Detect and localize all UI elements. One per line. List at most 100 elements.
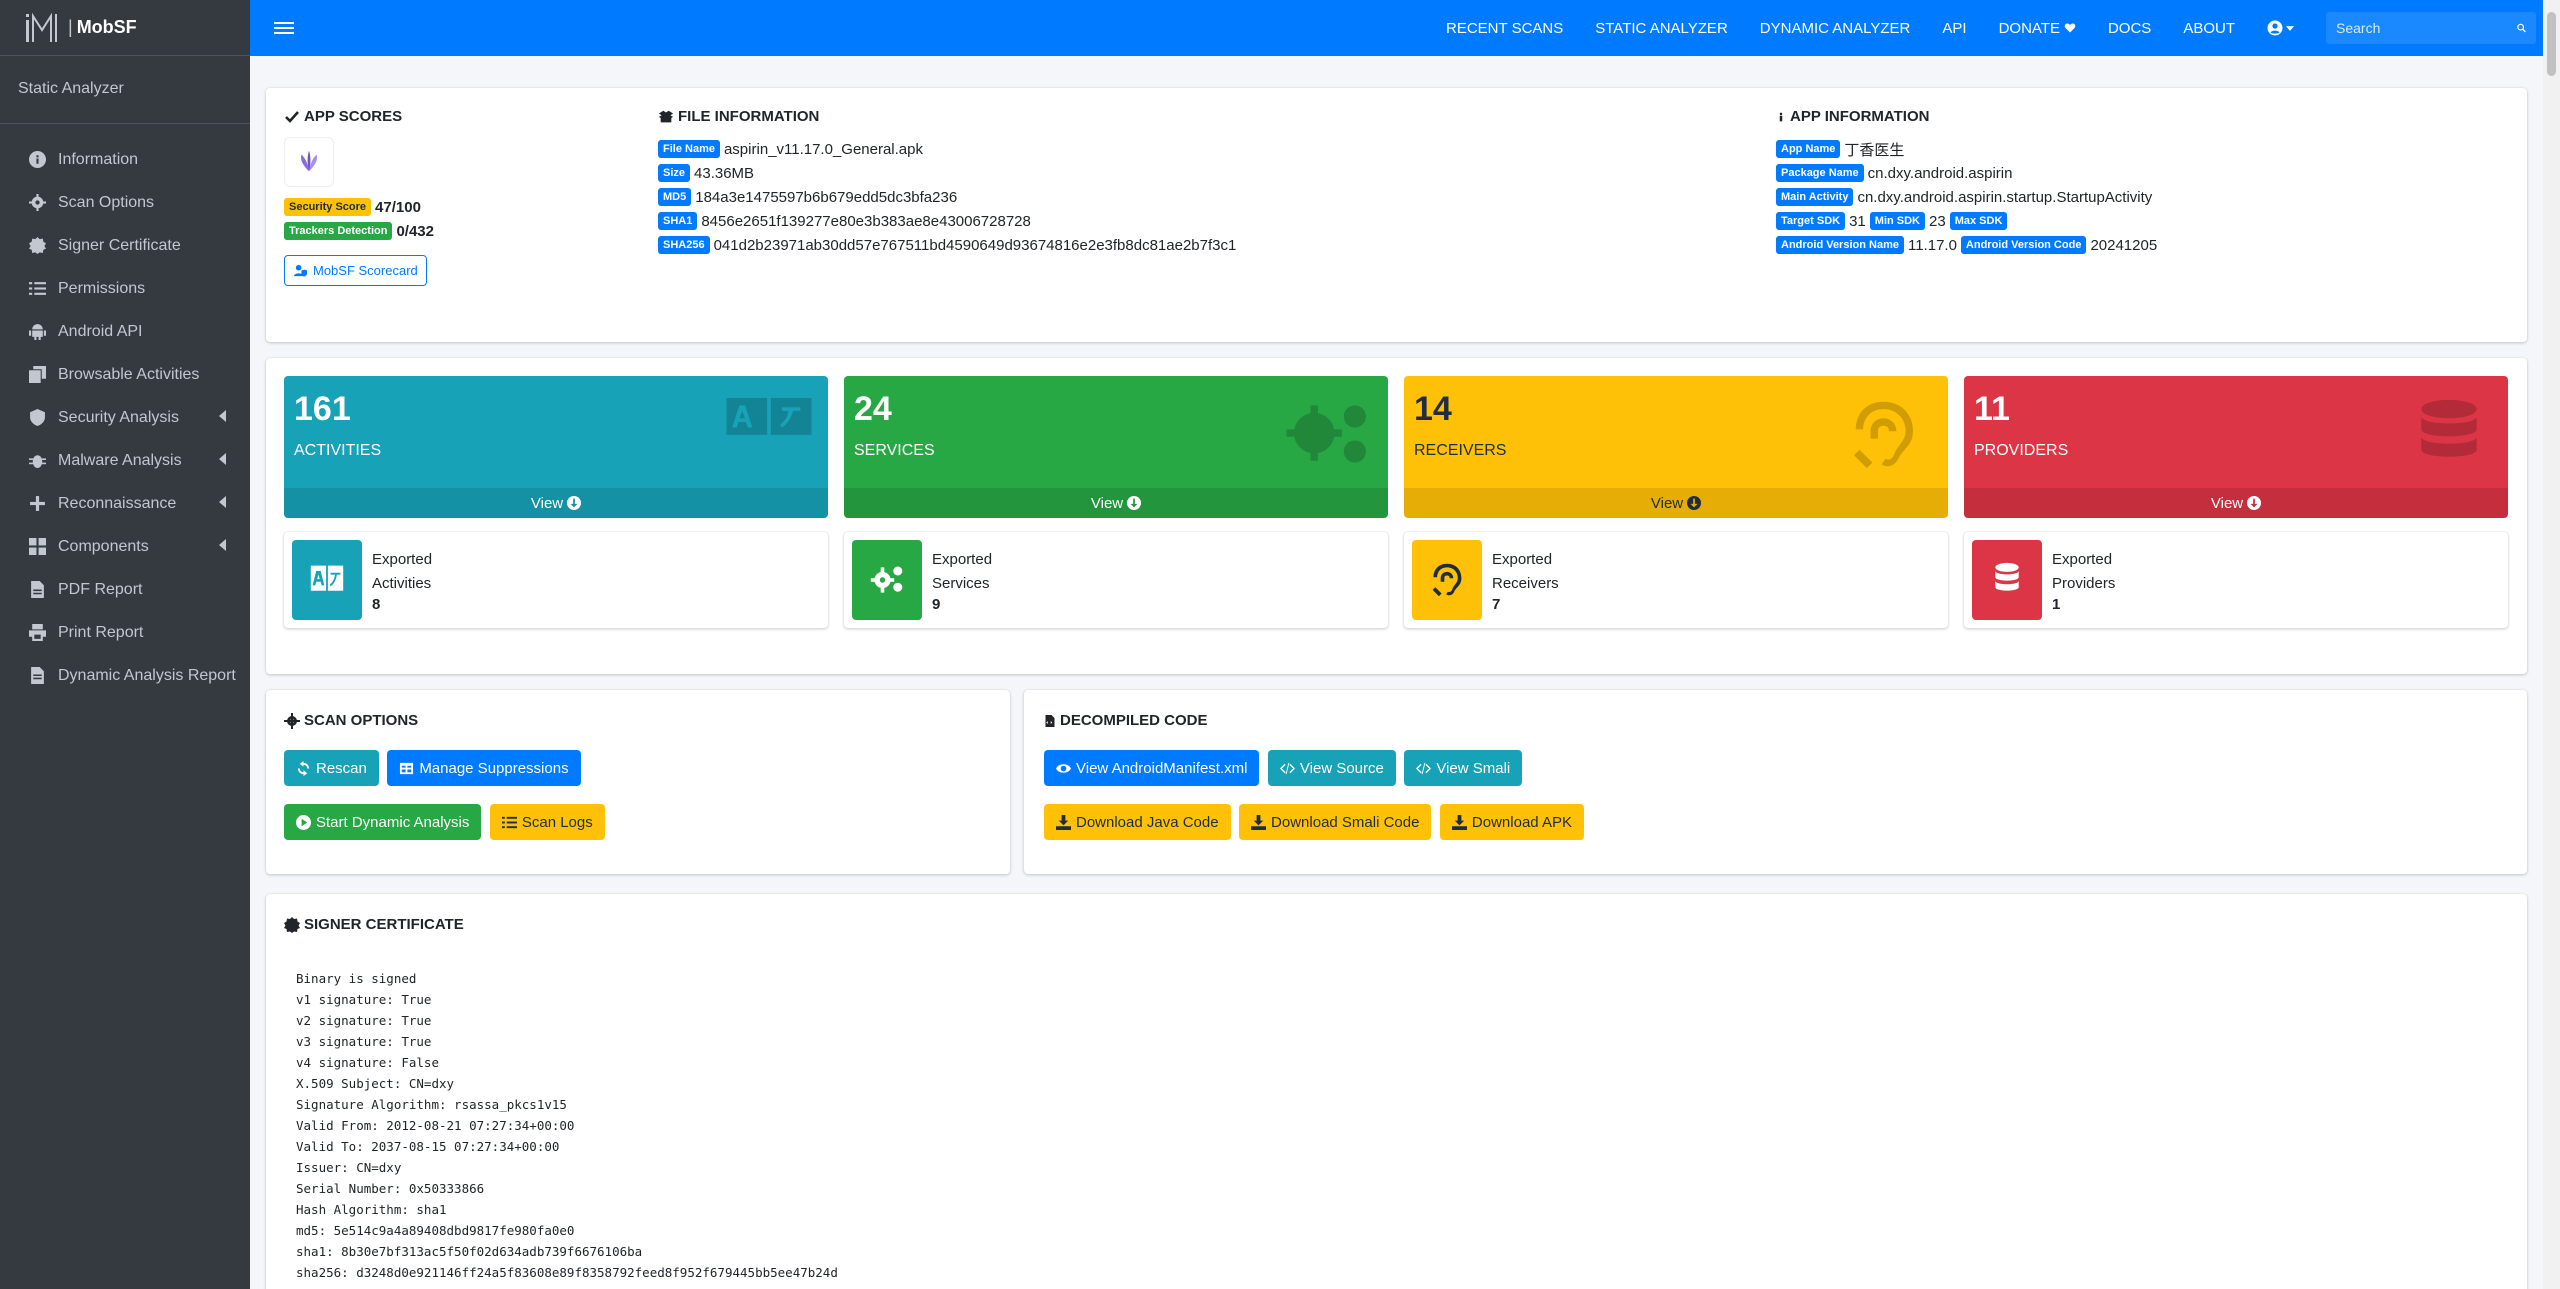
user-menu[interactable] [2267,20,2294,36]
sidebar-item-label: Malware Analysis [58,451,182,469]
max-sdk-badge: Max SDK [1949,212,2008,230]
sidebar-item-android-api[interactable]: Android API [0,310,250,353]
sidebar-item-label: Browsable Activities [58,365,200,383]
file-info-value: aspirin_v11.17.0_General.apk [723,140,923,158]
scorecard-button-label: MobSF Scorecard [313,263,418,278]
top-navbar: RECENT SCANS STATIC ANALYZER DYNAMIC ANA… [250,0,2560,56]
rescan-button[interactable]: Rescan [284,750,379,786]
download-apk-button[interactable]: Download APK [1439,804,1584,840]
search-icon[interactable] [2517,21,2526,35]
search-input[interactable] [2336,20,2517,36]
sidebar-item-permissions[interactable]: Permissions [0,267,250,310]
heart-icon [2064,23,2076,33]
sdk-row: Target SDK 31 Min SDK 23 Max SDK [1776,209,2161,233]
sidebar-item-print-report[interactable]: Print Report [0,611,250,654]
sidebar-item-label: Reconnaissance [58,494,177,512]
arrow-circle-down-icon [1127,496,1142,510]
arrow-circle-down-icon [1687,496,1702,510]
arrow-circle-down-icon [567,496,582,510]
file-info-badge: File Name [658,140,720,158]
activities-count: 161 [294,390,351,428]
page-scrollbar[interactable] [2543,0,2560,1289]
nav-recent-scans[interactable]: RECENT SCANS [1446,20,1563,37]
nav-api[interactable]: API [1942,20,1966,37]
start-dynamic-analysis-button[interactable]: Start Dynamic Analysis [284,804,482,840]
sidebar-item-malware-analysis[interactable]: Malware Analysis [0,439,250,482]
sidebar-item-dynamic-analysis-report[interactable]: Dynamic Analysis Report [0,654,250,697]
view-source-label: View Source [1299,759,1384,777]
nav-dynamic-analyzer[interactable]: DYNAMIC ANALYZER [1760,20,1911,37]
view-smali-button[interactable]: View Smali [1404,750,1523,786]
search-box [2326,12,2536,44]
main-content: APP SCORES Security Score 47/100 Tracker… [250,56,2543,1289]
receivers-watermark-icon [1844,398,1934,470]
file-info-section: FILE INFORMATION File Name aspirin_v11.17… [658,108,1240,257]
sidebar-item-label: Security Analysis [58,408,179,426]
download-apk-label: Download APK [1471,813,1572,831]
services-stat-box: 24 SERVICES View [844,376,1388,518]
check-icon [285,110,299,123]
download-java-button[interactable]: Download Java Code [1044,804,1231,840]
file-info-value: 43.36MB [694,164,755,182]
nav-docs[interactable]: DOCS [2108,20,2151,37]
nav-static-analyzer[interactable]: STATIC ANALYZER [1595,20,1728,37]
mobsf-scorecard-button[interactable]: MobSF Scorecard [284,255,427,286]
sidebar-item-browsable-activities[interactable]: Browsable Activities [0,353,250,396]
certificate-icon [28,237,46,255]
security-score-row: Security Score 47/100 [284,195,434,219]
nav-donate[interactable]: DONATE [1999,20,2076,37]
cog-icon [28,194,46,212]
view-label: View [1650,494,1684,512]
scrollbar-thumb[interactable] [2547,12,2556,76]
download-smali-button[interactable]: Download Smali Code [1239,804,1432,840]
sidebar-item-reconnaissance[interactable]: Reconnaissance [0,482,250,525]
sidebar-item-scan-options[interactable]: Scan Options [0,181,250,224]
manage-suppressions-button[interactable]: Manage Suppressions [387,750,581,786]
sidebar-item-components[interactable]: Components [0,525,250,568]
sidebar-item-pdf-report[interactable]: PDF Report [0,568,250,611]
receivers-stat-box: 14 RECEIVERS View [1404,376,1948,518]
file-pdf-icon [28,581,46,599]
nav-about[interactable]: ABOUT [2183,20,2235,37]
view-label: View [530,494,564,512]
sidebar-item-security-analysis[interactable]: Security Analysis [0,396,250,439]
version-row: Android Version Name 11.17.0 Android Vers… [1776,233,2161,257]
services-view-link[interactable]: View [844,488,1388,518]
menu-toggle-icon[interactable] [274,19,294,37]
main-activity-badge: Main Activity [1776,188,1854,206]
file-info-badge: SHA1 [658,212,698,230]
view-manifest-button[interactable]: View AndroidManifest.xml [1044,750,1260,786]
app-scores-title: APP SCORES [284,108,434,125]
sync-icon [297,760,310,776]
exported-label-line2: Services [932,575,990,592]
receivers-view-link[interactable]: View [1404,488,1948,518]
scan-options-card: SCAN OPTIONS Rescan Manage Suppressions … [266,690,1010,874]
eye-icon [1056,763,1071,773]
min-sdk-value: 23 [1929,212,1946,230]
activities-view-link[interactable]: View [284,488,828,518]
activities-stat-box: 161 ACTIVITIES View [284,376,828,518]
view-source-button[interactable]: View Source [1267,750,1396,786]
providers-view-link[interactable]: View [1964,488,2508,518]
version-name-badge: Android Version Name [1776,236,1904,254]
main-activity-row: Main Activity cn.dxy.android.aspirin.star… [1776,185,2161,209]
sidebar-item-label: Print Report [58,623,144,641]
app-logo-icon [301,150,317,172]
services-label: SERVICES [854,442,935,459]
nav-donate-label: DONATE [1998,19,2060,37]
decompiled-title-text: DECOMPILED CODE [1060,712,1208,729]
services-watermark-icon [1284,398,1374,470]
sidebar-item-label: Permissions [58,279,146,297]
file-info-title-text: FILE INFORMATION [678,108,820,125]
exported-label-line1: Exported [932,551,993,568]
scan-options-title-text: SCAN OPTIONS [304,712,419,729]
file-info-value: 184a3e1475597b6b679edd5dc3bfa236 [695,188,958,206]
receivers-icon [1412,540,1482,620]
shield-icon [28,409,46,427]
providers-watermark-icon [2404,398,2494,470]
top-nav-links: RECENT SCANS STATIC ANALYZER DYNAMIC ANA… [1414,0,2536,56]
sidebar-item-information[interactable]: Information [0,138,250,181]
brand[interactable]: | MobSF [0,0,250,56]
scan-logs-button[interactable]: Scan Logs [489,804,605,840]
sidebar-item-signer-certificate[interactable]: Signer Certificate [0,224,250,267]
